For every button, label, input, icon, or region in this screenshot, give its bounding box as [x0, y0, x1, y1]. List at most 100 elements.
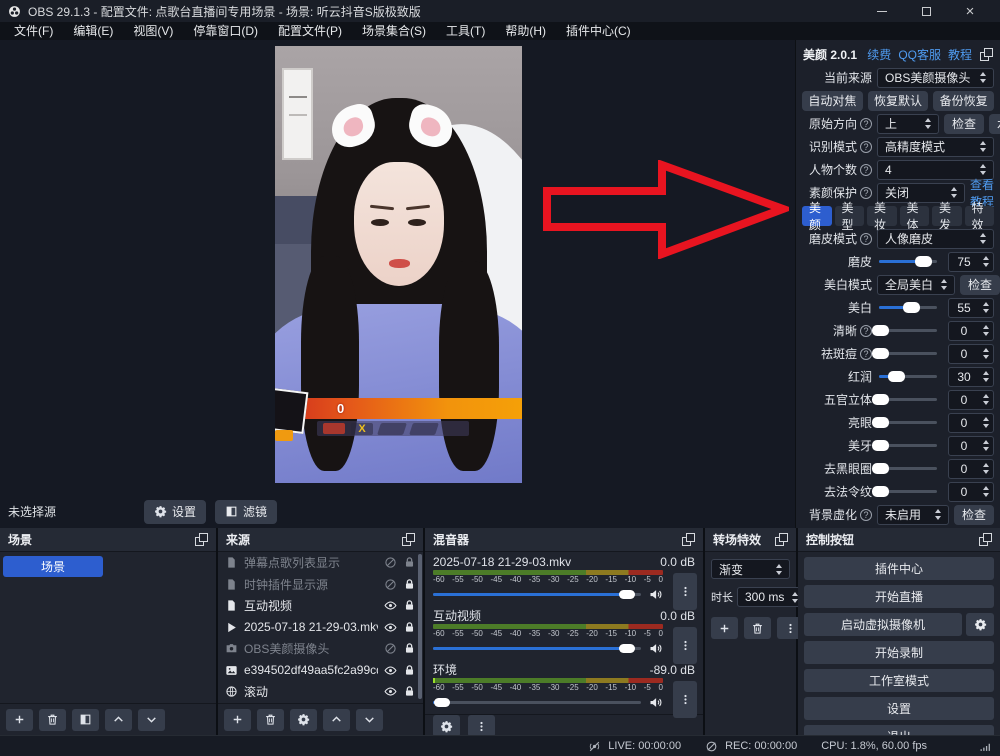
backup-restore-button[interactable]: 备份恢复 [933, 91, 994, 111]
remove-transition-button[interactable] [744, 617, 771, 639]
source-row[interactable]: 滚动 [218, 681, 423, 703]
menu-file[interactable]: 文件(F) [4, 22, 63, 40]
source-row[interactable]: OBS美颜摄像头 [218, 638, 423, 660]
source-row[interactable]: e394502df49aa5fc2a99cd2e7c [218, 660, 423, 682]
source-row[interactable]: 时钟插件显示源 [218, 574, 423, 596]
tab-reshape[interactable]: 美型 [835, 206, 865, 226]
blemish-slider[interactable] [879, 352, 937, 355]
whiten-mode-select[interactable]: 全局美白 [877, 275, 955, 295]
source-properties-button[interactable] [290, 709, 317, 731]
preview-area[interactable]: 0 X [0, 40, 795, 495]
popout-icon[interactable] [979, 533, 992, 546]
blur-bg-select[interactable]: 未启用 [877, 505, 949, 525]
source-row[interactable]: 互动视频 [218, 595, 423, 617]
scene-down-button[interactable] [138, 709, 165, 731]
menu-view[interactable]: 视图(V) [123, 22, 183, 40]
speaker-icon[interactable] [648, 695, 663, 710]
menu-edit[interactable]: 编辑(E) [63, 22, 123, 40]
eye-off-icon[interactable] [384, 642, 397, 655]
lock-icon[interactable] [403, 599, 416, 612]
menu-tools[interactable]: 工具(T) [436, 22, 495, 40]
scene-up-button[interactable] [105, 709, 132, 731]
qq-support-link[interactable]: QQ客服 [898, 46, 941, 63]
renew-link[interactable]: 续费 [867, 46, 891, 63]
channel-menu-button[interactable] [673, 627, 697, 664]
blur-bg-check-button[interactable]: 检查 [954, 505, 994, 525]
source-down-button[interactable] [356, 709, 383, 731]
source-row[interactable]: 弹幕点歌列表显示 [218, 552, 423, 574]
smooth-mode-select[interactable]: 人像磨皮 [877, 229, 994, 249]
maximize-button[interactable] [904, 0, 948, 22]
remove-source-button[interactable] [257, 709, 284, 731]
lock-icon[interactable] [403, 621, 416, 634]
teeth-value-stepper[interactable]: 0 [948, 436, 994, 456]
virtual-camera-settings-button[interactable] [966, 613, 994, 636]
start-virtual-camera-button[interactable]: 启动虚拟摄像机 [804, 613, 962, 636]
dark-circle-value-stepper[interactable]: 0 [948, 459, 994, 479]
whiten-slider[interactable] [879, 306, 937, 309]
start-streaming-button[interactable]: 开始直播 [804, 585, 994, 608]
popout-icon[interactable] [682, 533, 695, 546]
advanced-audio-button[interactable] [433, 715, 460, 737]
whiten-value-stepper[interactable]: 55 [948, 298, 994, 318]
help-icon[interactable] [860, 164, 872, 176]
eye-icon[interactable] [384, 599, 397, 612]
volume-slider[interactable] [433, 647, 641, 650]
nasolabial-slider[interactable] [879, 490, 937, 493]
duration-stepper[interactable]: 300 ms [737, 587, 806, 607]
help-icon[interactable] [860, 348, 872, 360]
close-button[interactable]: × [948, 0, 992, 22]
tab-hair[interactable]: 美发 [932, 206, 962, 226]
facial-3d-value-stepper[interactable]: 0 [948, 390, 994, 410]
tutorial-link[interactable]: 教程 [948, 46, 972, 63]
lock-icon[interactable] [403, 664, 416, 677]
volume-slider[interactable] [433, 593, 641, 596]
sources-scrollbar[interactable] [418, 554, 422, 699]
video-preview[interactable]: 0 X [275, 46, 522, 483]
nasolabial-value-stepper[interactable]: 0 [948, 482, 994, 502]
eye-off-icon[interactable] [384, 556, 397, 569]
tab-effects[interactable]: 特效 [965, 206, 995, 226]
bright-eye-slider[interactable] [879, 421, 937, 424]
teeth-slider[interactable] [879, 444, 937, 447]
plugin-center-button[interactable]: 插件中心 [804, 557, 994, 580]
transition-type-select[interactable]: 渐变 [711, 559, 790, 579]
reset-default-button[interactable]: 恢复默认 [868, 91, 929, 111]
tab-body[interactable]: 美体 [900, 206, 930, 226]
menu-profile[interactable]: 配置文件(P) [268, 22, 352, 40]
rosy-value-stepper[interactable]: 30 [948, 367, 994, 387]
rosy-slider[interactable] [879, 375, 937, 378]
help-icon[interactable] [860, 118, 872, 130]
autofocus-button[interactable]: 自动对焦 [802, 91, 863, 111]
source-row[interactable]: 2025-07-18 21-29-03.mkv [218, 617, 423, 639]
lock-icon[interactable] [403, 556, 416, 569]
menu-scene-collection[interactable]: 场景集合(S) [352, 22, 436, 40]
channel-menu-button[interactable] [673, 573, 697, 610]
popout-icon[interactable] [402, 533, 415, 546]
popout-icon[interactable] [195, 533, 208, 546]
start-recording-button[interactable]: 开始录制 [804, 641, 994, 664]
tab-beauty[interactable]: 美颜 [802, 206, 832, 226]
smooth-value-stepper[interactable]: 75 [948, 252, 994, 272]
eye-icon[interactable] [384, 664, 397, 677]
popout-icon[interactable] [980, 48, 993, 61]
volume-slider[interactable] [433, 701, 641, 704]
help-icon[interactable] [860, 233, 872, 245]
recognition-select[interactable]: 高精度模式 [877, 137, 994, 157]
clarity-value-stepper[interactable]: 0 [948, 321, 994, 341]
settings-button[interactable]: 设置 [804, 697, 994, 720]
facial-3d-slider[interactable] [879, 398, 937, 401]
horizontal-flip-button[interactable]: 水平翻转 [989, 114, 1000, 134]
blemish-value-stepper[interactable]: 0 [948, 344, 994, 364]
menu-plugin-center[interactable]: 插件中心(C) [556, 22, 641, 40]
popout-icon[interactable] [775, 533, 788, 546]
add-scene-button[interactable] [6, 709, 33, 731]
eye-off-icon[interactable] [384, 578, 397, 591]
lock-icon[interactable] [403, 578, 416, 591]
add-source-button[interactable] [224, 709, 251, 731]
help-icon[interactable] [860, 187, 872, 199]
eye-icon[interactable] [384, 621, 397, 634]
source-settings-button[interactable]: 设置 [144, 500, 206, 524]
speaker-icon[interactable] [648, 641, 663, 656]
add-transition-button[interactable] [711, 617, 738, 639]
